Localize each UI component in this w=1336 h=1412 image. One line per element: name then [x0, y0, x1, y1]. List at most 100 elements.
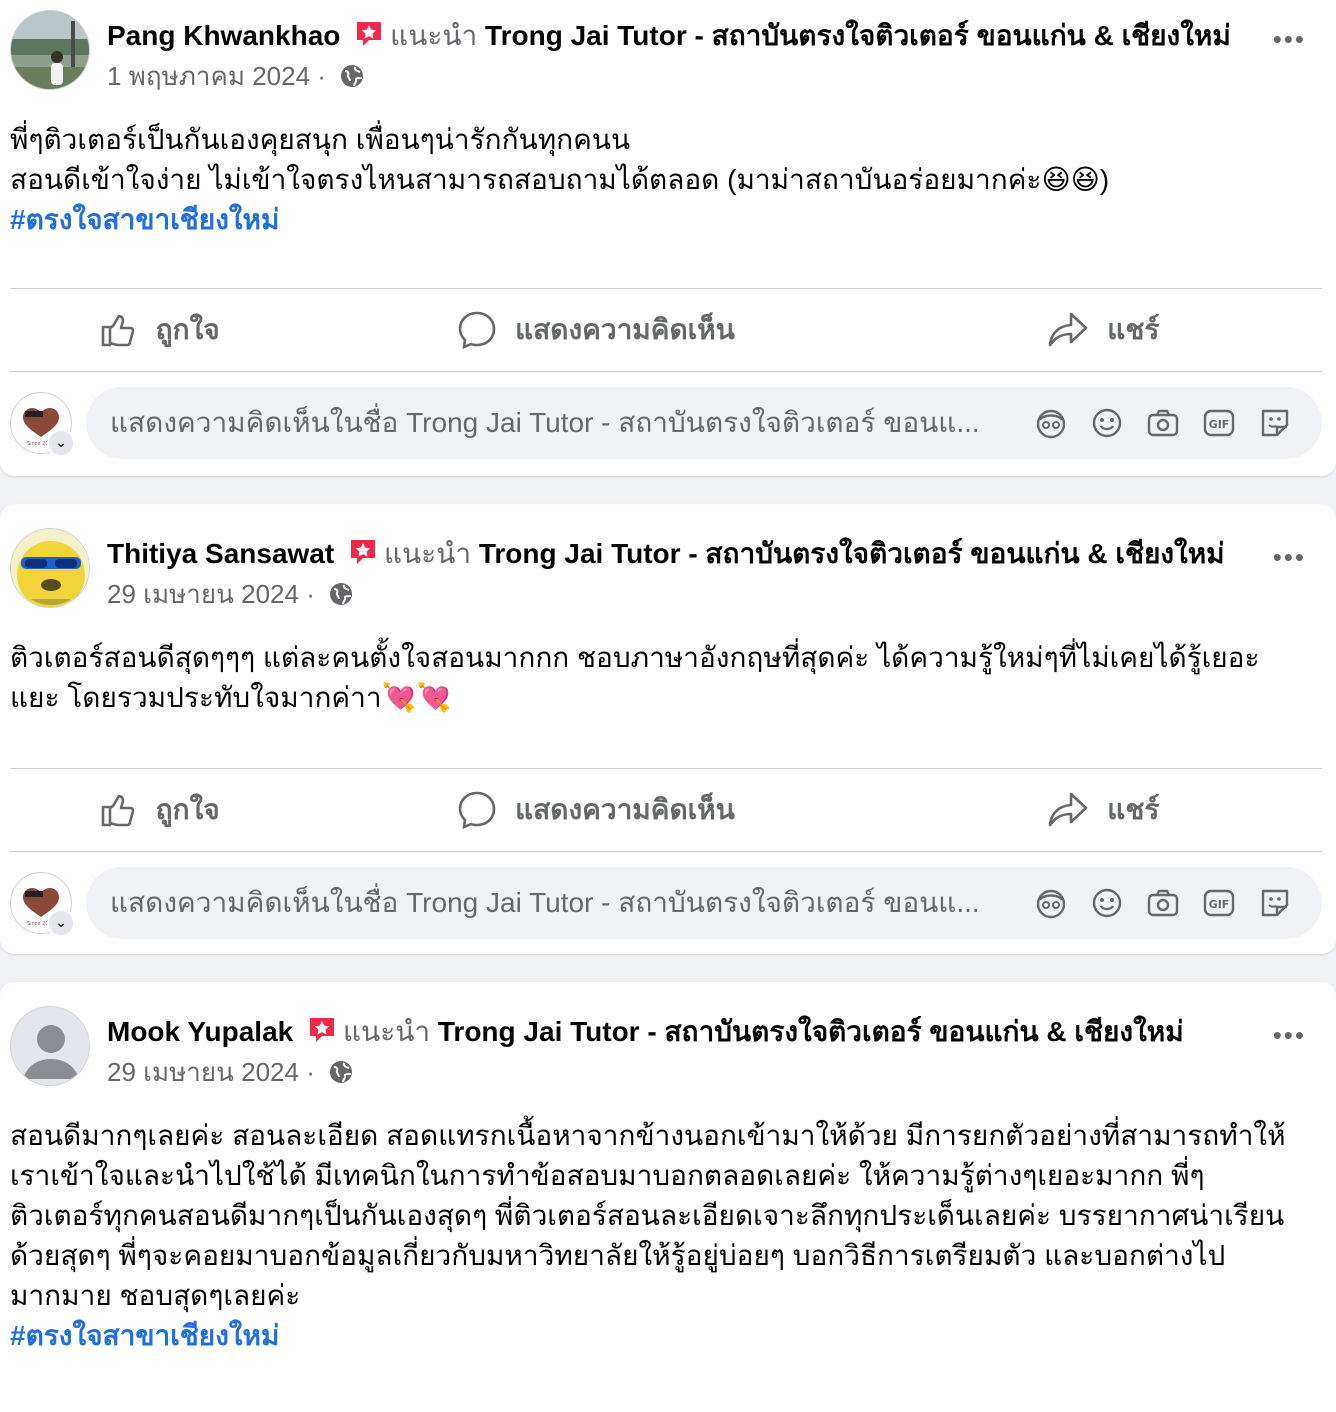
post-title-line: Mook Yupalak แนะนำ Trong Jai Tutor - สถา… [107, 1012, 1236, 1052]
post-header: Pang Khwankhao แนะนำ Trong Jai Tutor - ส… [0, 0, 1336, 100]
page-avatar[interactable]: Since 2017 ⌄ [10, 872, 75, 937]
globe-icon [328, 1056, 354, 1096]
post-header: Thitiya Sansawat แนะนำ Trong Jai Tutor -… [0, 504, 1336, 618]
recommend-label: แนะนำ [383, 538, 472, 569]
page-name[interactable]: Trong Jai Tutor - สถาบันตรงใจติวเตอร์ ขอ… [438, 1016, 1184, 1047]
globe-icon [339, 60, 365, 100]
comment-bubble-icon [458, 791, 496, 830]
chevron-down-icon[interactable]: ⌄ [47, 909, 75, 937]
post-text-line: ด้วยสุดๆ พี่ๆจะคอยมาบอกข้อมูลเกี่ยวกับมห… [10, 1240, 1226, 1271]
camera-icon[interactable] [1146, 886, 1180, 920]
emoji-icon[interactable] [1090, 886, 1124, 920]
more-options-button[interactable]: ••• [1273, 1022, 1306, 1048]
gif-icon[interactable]: GIF [1202, 406, 1236, 440]
avatar-photo-icon [11, 11, 89, 89]
share-button[interactable]: แชร์ [885, 769, 1322, 851]
comment-button[interactable]: แสดงความคิดเห็น [377, 769, 814, 851]
comment-composer: Since 2017 ⌄ แสดงความคิดเห็นในชื่อ Trong… [10, 866, 1322, 940]
recommend-star-icon [354, 19, 384, 49]
post-text-line: สอนดีเข้าใจง่าย ไม่เข้าใจตรงไหนสามารถสอบ… [10, 164, 1110, 195]
comment-input[interactable]: แสดงความคิดเห็นในชื่อ Trong Jai Tutor - … [86, 867, 1322, 939]
recommend-star-icon [348, 537, 378, 567]
post-title-line: Pang Khwankhao แนะนำ Trong Jai Tutor - ส… [107, 16, 1236, 56]
page-name[interactable]: Trong Jai Tutor - สถาบันตรงใจติวเตอร์ ขอ… [479, 538, 1225, 569]
sticker-icon[interactable] [1258, 886, 1292, 920]
avatar-sticker-icon[interactable] [1034, 406, 1068, 440]
like-label: ถูกใจ [155, 314, 220, 345]
like-button[interactable]: ถูกใจ [0, 289, 377, 371]
post-text-line: ติวเตอร์สอนดีสุดๆๆๆ แต่ละคนตั้งใจสอนมากก… [10, 642, 1260, 673]
post-text-line: พี่ๆติวเตอร์เป็นกันเองคุยสนุก เพื่อนๆน่า… [10, 124, 631, 155]
post-date[interactable]: 1 พฤษภาคม 2024 [107, 61, 310, 91]
comment-composer: Since 2017 ⌄ แสดงความคิดเห็นในชื่อ Trong… [10, 386, 1322, 460]
globe-icon [328, 578, 354, 618]
author-name[interactable]: Pang Khwankhao [107, 20, 340, 51]
reviews-feed: Pang Khwankhao แนะนำ Trong Jai Tutor - ส… [0, 0, 1336, 1412]
svg-text:GIF: GIF [1209, 898, 1230, 911]
thumbs-up-icon [101, 314, 134, 347]
chevron-down-icon[interactable]: ⌄ [47, 429, 75, 457]
post-meta: 1 พฤษภาคม 2024 · [107, 56, 1236, 100]
sticker-icon[interactable] [1258, 406, 1292, 440]
camera-icon[interactable] [1146, 406, 1180, 440]
post-date[interactable]: 29 เมษายน 2024 [107, 1057, 299, 1087]
post-header: Mook Yupalak แนะนำ Trong Jai Tutor - สถา… [0, 982, 1336, 1096]
post-title-line: Thitiya Sansawat แนะนำ Trong Jai Tutor -… [107, 534, 1236, 574]
default-user-icon [11, 1007, 89, 1085]
comment-bubble-icon [458, 311, 496, 350]
share-arrow-icon [1048, 312, 1088, 347]
comment-input[interactable]: แสดงความคิดเห็นในชื่อ Trong Jai Tutor - … [86, 387, 1322, 459]
post-text-line: ติวเตอร์ทุกคนสอนดีมากๆเป็นกันเองสุดๆ พี่… [10, 1200, 1285, 1231]
post-meta: 29 เมษายน 2024 · [107, 574, 1236, 618]
comment-label: แสดงความคิดเห็น [515, 314, 735, 345]
avatar-cartoon-icon [11, 529, 89, 607]
share-label: แชร์ [1107, 794, 1160, 825]
hashtag-link[interactable]: #ตรงใจสาขาเชียงใหม่ [10, 1316, 1326, 1356]
avatar[interactable] [10, 10, 90, 90]
share-button[interactable]: แชร์ [885, 289, 1322, 371]
comment-placeholder: แสดงความคิดเห็นในชื่อ Trong Jai Tutor - … [110, 887, 980, 918]
post-text-line: สอนดีมากๆเลยค่ะ สอนละเอียด สอดแทรกเนื้อห… [10, 1120, 1286, 1151]
meta-separator: · [317, 61, 326, 91]
avatar-sticker-icon[interactable] [1034, 886, 1068, 920]
more-options-button[interactable]: ••• [1273, 26, 1306, 52]
post-body: สอนดีมากๆเลยค่ะ สอนละเอียด สอดแทรกเนื้อห… [0, 1096, 1336, 1356]
author-name[interactable]: Mook Yupalak [107, 1016, 293, 1047]
review-post: Mook Yupalak แนะนำ Trong Jai Tutor - สถา… [0, 982, 1336, 1412]
action-bar: ถูกใจ แสดงความคิดเห็น แชร์ [10, 288, 1322, 372]
comment-placeholder: แสดงความคิดเห็นในชื่อ Trong Jai Tutor - … [110, 407, 980, 438]
avatar[interactable] [10, 528, 90, 608]
more-options-button[interactable]: ••• [1273, 544, 1306, 570]
comment-tools: GIF [1034, 406, 1292, 440]
recommend-label: แนะนำ [390, 20, 478, 51]
page-avatar[interactable]: Since 2017 ⌄ [10, 392, 75, 457]
post-date[interactable]: 29 เมษายน 2024 [107, 579, 299, 609]
share-label: แชร์ [1107, 314, 1160, 345]
post-text-line: แยะ โดยรวมประทับใจมากค่าา💘💘 [10, 682, 452, 713]
emoji-icon[interactable] [1090, 406, 1124, 440]
review-post: Thitiya Sansawat แนะนำ Trong Jai Tutor -… [0, 504, 1336, 954]
post-meta: 29 เมษายน 2024 · [107, 1052, 1236, 1096]
gif-icon[interactable]: GIF [1202, 886, 1236, 920]
post-body: พี่ๆติวเตอร์เป็นกันเองคุยสนุก เพื่อนๆน่า… [0, 100, 1336, 240]
svg-text:GIF: GIF [1209, 418, 1230, 431]
author-name[interactable]: Thitiya Sansawat [107, 538, 334, 569]
like-label: ถูกใจ [155, 794, 220, 825]
post-text-line: เราเข้าใจและนำไปใช้ได้ มีเทคนิกในการทำข้… [10, 1160, 1205, 1191]
like-button[interactable]: ถูกใจ [0, 769, 377, 851]
review-post: Pang Khwankhao แนะนำ Trong Jai Tutor - ส… [0, 0, 1336, 476]
recommend-label: แนะนำ [343, 1016, 431, 1047]
avatar[interactable] [10, 1006, 90, 1086]
meta-separator: · [306, 1057, 315, 1087]
action-bar: ถูกใจ แสดงความคิดเห็น แชร์ [10, 768, 1322, 852]
comment-button[interactable]: แสดงความคิดเห็น [377, 289, 814, 371]
post-text-line: มากมาย ชอบสุดๆเลยค่ะ [10, 1280, 301, 1311]
comment-label: แสดงความคิดเห็น [515, 794, 735, 825]
thumbs-up-icon [101, 794, 134, 827]
page-name[interactable]: Trong Jai Tutor - สถาบันตรงใจติวเตอร์ ขอ… [485, 20, 1231, 51]
post-body: ติวเตอร์สอนดีสุดๆๆๆ แต่ละคนตั้งใจสอนมากก… [0, 618, 1336, 718]
share-arrow-icon [1048, 792, 1088, 827]
meta-separator: · [306, 579, 315, 609]
comment-tools: GIF [1034, 886, 1292, 920]
hashtag-link[interactable]: #ตรงใจสาขาเชียงใหม่ [10, 200, 1326, 240]
